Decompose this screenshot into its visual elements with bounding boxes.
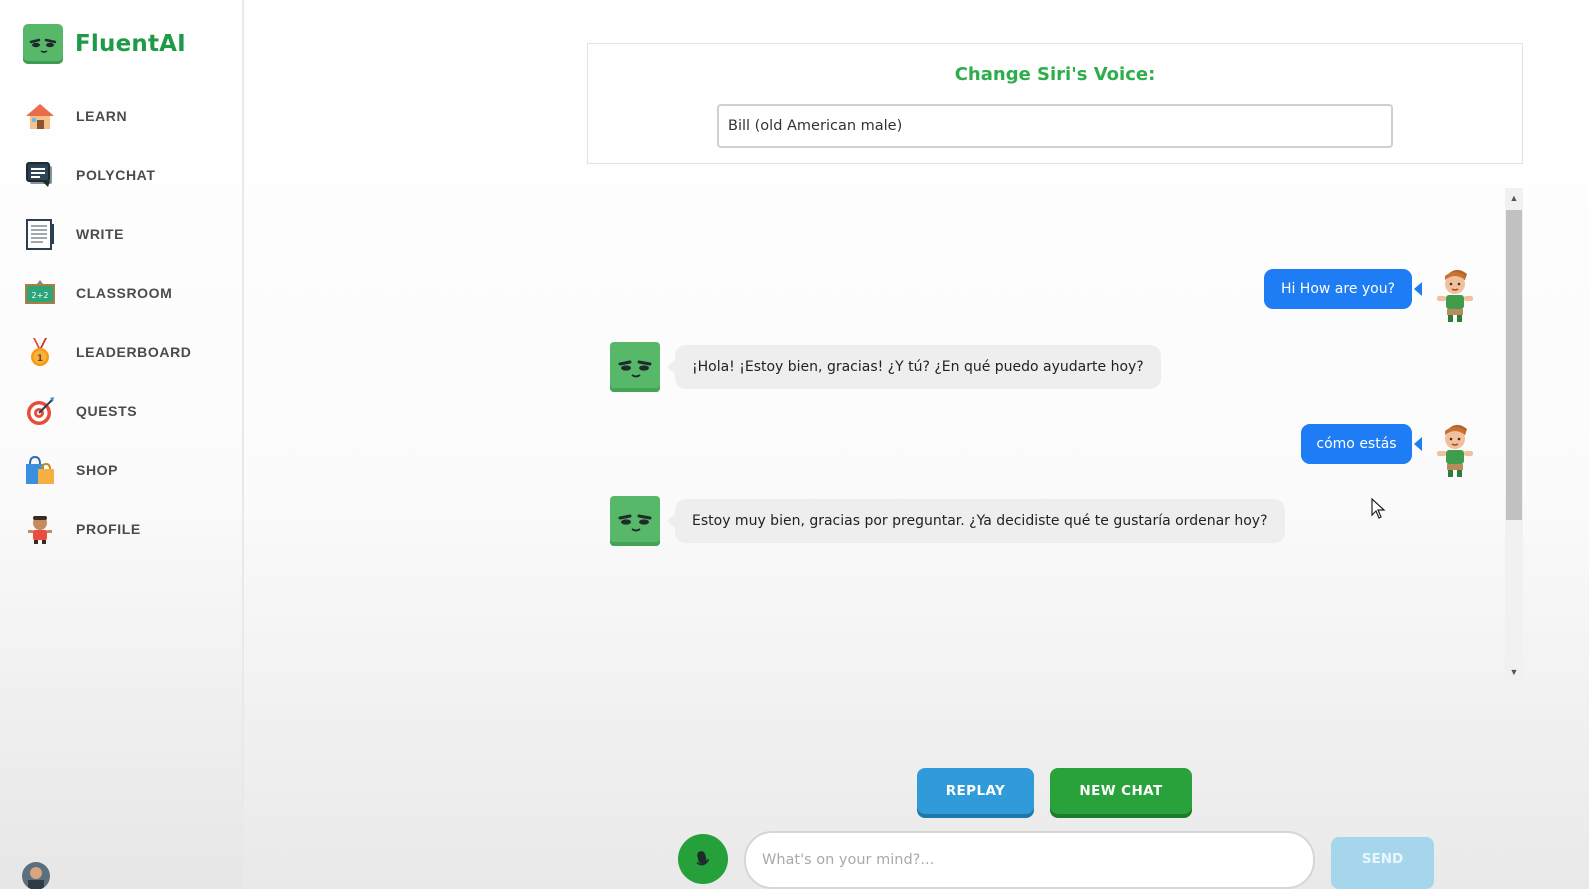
scroll-thumb[interactable] xyxy=(1506,210,1522,520)
bot-avatar-icon xyxy=(610,342,660,392)
microphone-icon xyxy=(696,851,710,866)
house-icon xyxy=(26,104,54,129)
notebook-icon xyxy=(26,219,54,250)
user-boy-avatar-icon xyxy=(1429,264,1481,324)
send-button[interactable]: SEND xyxy=(1331,837,1434,889)
sidebar-item-shop[interactable]: SHOP xyxy=(24,452,118,488)
new-chat-button[interactable]: NEW CHAT xyxy=(1050,768,1192,814)
user-boy-avatar-icon xyxy=(1429,419,1481,479)
sidebar-item-label: QUESTS xyxy=(76,403,138,419)
scroll-up-icon[interactable]: ▲ xyxy=(1505,190,1523,206)
user-message: cómo estás xyxy=(1301,424,1412,464)
chat-scrollbar[interactable]: ▲ ▼ xyxy=(1505,188,1523,682)
microphone-button[interactable] xyxy=(678,834,728,884)
profile-character-icon xyxy=(28,516,52,544)
target-icon xyxy=(27,397,54,425)
svg-text:1: 1 xyxy=(37,354,43,364)
chat-bubbles-icon xyxy=(26,162,52,187)
sidebar-item-polychat[interactable]: POLYCHAT xyxy=(24,157,155,193)
brand[interactable]: FluentAI xyxy=(23,24,186,64)
sidebar-item-leaderboard[interactable]: 1 LEADERBOARD xyxy=(24,334,192,370)
sidebar-item-classroom[interactable]: 2+2 CLASSROOM xyxy=(24,275,172,311)
sidebar-item-label: SHOP xyxy=(76,462,119,478)
bubble-tail xyxy=(667,360,675,374)
voice-select[interactable]: Bill (old American male) xyxy=(717,104,1393,148)
bot-message: Estoy muy bien, gracias por preguntar. ¿… xyxy=(675,499,1285,543)
app-name: FluentAI xyxy=(75,31,186,57)
bubble-tail xyxy=(1414,437,1422,451)
sidebar-item-quests[interactable]: QUESTS xyxy=(24,393,137,429)
sidebar-item-write[interactable]: WRITE xyxy=(24,216,124,252)
sidebar-item-profile[interactable]: PROFILE xyxy=(24,511,141,547)
bubble-tail xyxy=(1414,282,1422,296)
sidebar: FluentAI LEARN POLYCHAT WRITE 2+2 CLASSR… xyxy=(0,0,244,889)
sidebar-item-label: LEARN xyxy=(76,108,128,124)
voice-settings-card: Change Siri's Voice: Bill (old American … xyxy=(587,43,1523,164)
chat-area: ▲ ▼ Hi How are you? ¡Hola! ¡Estoy bien, … xyxy=(587,188,1523,684)
sidebar-item-label: POLYCHAT xyxy=(76,167,156,183)
bot-avatar-icon xyxy=(610,496,660,546)
sidebar-item-label: LEADERBOARD xyxy=(76,344,192,360)
mouse-cursor-icon xyxy=(1371,498,1386,519)
replay-button[interactable]: REPLAY xyxy=(917,768,1034,814)
message-input[interactable]: What's on your mind?... xyxy=(744,831,1315,889)
shopping-bags-icon xyxy=(26,455,54,484)
scroll-down-icon[interactable]: ▼ xyxy=(1505,664,1523,680)
bot-message: ¡Hola! ¡Estoy bien, gracias! ¿Y tú? ¿En … xyxy=(675,345,1161,389)
user-avatar[interactable] xyxy=(22,862,50,889)
sidebar-item-label: PROFILE xyxy=(76,521,141,537)
sidebar-item-learn[interactable]: LEARN xyxy=(24,98,127,134)
user-message: Hi How are you? xyxy=(1264,269,1412,309)
sidebar-item-label: WRITE xyxy=(76,226,125,242)
chalkboard-icon: 2+2 xyxy=(25,280,55,304)
sidebar-item-label: CLASSROOM xyxy=(76,285,173,301)
fluentai-logo-icon xyxy=(23,24,63,64)
svg-text:2+2: 2+2 xyxy=(32,291,49,300)
bubble-tail xyxy=(667,514,675,528)
voice-title: Change Siri's Voice: xyxy=(954,64,1156,85)
medal-icon: 1 xyxy=(31,338,49,366)
